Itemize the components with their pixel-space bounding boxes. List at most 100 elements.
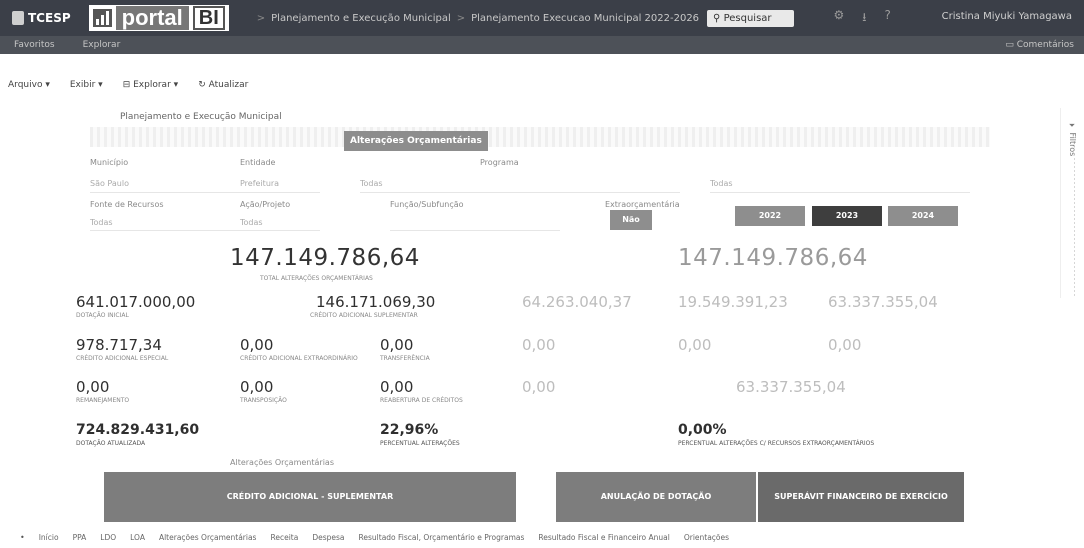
chevron-down-icon: ▾ [173,80,179,90]
header-icons: ⚙ ⭳ ? [834,8,891,29]
filters-pane[interactable]: ⏷ Filtros [1060,108,1080,298]
kpi-value: 641.017.000,00 [76,293,196,311]
tce-seal-icon [12,11,24,25]
help-icon[interactable]: ? [884,8,890,29]
tab-loa[interactable]: LOA [130,533,145,542]
kpi-value: 0,00 [522,336,556,354]
breadcrumb-separator-icon: > [256,12,266,24]
comment-icon: ▭ [1005,40,1014,50]
kpi-value: 146.171.069,30 [316,293,436,311]
tab-inicio[interactable]: Início [39,533,59,542]
kpi-value: 0,00 [240,336,274,354]
section-badge[interactable]: Alterações Orçamentárias [344,131,488,151]
tab-ppa[interactable]: PPA [73,533,87,542]
divider [90,192,320,193]
field-label: Ação/Projeto [240,200,291,209]
nav-explore[interactable]: Explorar [69,40,135,50]
kpi-label: Dotação inicial [76,312,129,319]
bar-credito-suplementar[interactable]: CRÉDITO ADICIONAL - SUPLEMENTAR [104,472,516,522]
tab-resultado-fiscal-financeiro[interactable]: Resultado Fiscal e Financeiro Anual [538,533,669,542]
search-label: Pesquisar [723,12,772,24]
field-value[interactable]: Todas [710,179,733,188]
breadcrumb-item[interactable]: Planejamento Execucao Municipal 2022-202… [471,13,699,24]
filters-label: ⏷ Filtros [1067,122,1077,156]
tab-receita[interactable]: Receita [270,533,298,542]
extraorcamentaria-nao-button[interactable]: Não [610,210,652,230]
field-value[interactable]: Prefeitura [240,179,279,188]
field-value[interactable]: Todas [240,218,263,227]
divider [90,230,320,231]
menu-explore-label: Explorar [133,80,171,90]
field-value[interactable]: São Paulo [90,179,129,188]
settings-icon[interactable]: ⚙ [834,8,845,29]
search-button[interactable]: ⚲ Pesquisar [707,9,794,27]
page-tabs: • Início PPA LDO LOA Alterações Orçament… [20,533,729,542]
field-value[interactable]: Todas [360,179,383,188]
bar-superavit-financeiro[interactable]: SUPERÁVIT FINANCEIRO DE EXERCÍCIO ANTERI… [758,472,964,548]
kpi-label: Crédito adicional especial [76,355,169,362]
kpi-value: 0,00 [240,378,274,396]
year-button-2023[interactable]: 2023 [812,206,882,226]
kpi-value: 0,00 [76,378,110,396]
field-label: Extraorçamentária [605,200,680,209]
kpi-label: Remanejamento [76,397,130,404]
menu-refresh-label: Atualizar [208,80,249,90]
user-name[interactable]: Cristina Miyuki Yamagawa [942,11,1072,22]
kpi-value: 0,00 [828,336,862,354]
comments-button[interactable]: ▭ Comentários [1005,40,1074,50]
report-menu-bar: Arquivo ▾ Exibir ▾ ⊟ Explorar ▾ ↻ Atuali… [0,80,248,94]
filter-icon: ⏷ [1068,122,1077,130]
field-label: Programa [480,158,519,167]
kpi-percentual-alteracoes: 22,96% [380,422,439,438]
kpi-percentual-extra: 0,00% [678,422,727,438]
kpi-value: 63.337.355,04 [828,293,938,311]
portal-bi-logo[interactable]: portal BI [88,5,229,31]
menu-refresh[interactable]: ↻ Atualizar [198,80,248,94]
field-label: Entidade [240,158,276,167]
bar-anulacao-dotacao[interactable]: ANULAÇÃO DE DOTAÇÃO [556,472,756,522]
kpi-value: 0,00 [380,378,414,396]
tab-ldo[interactable]: LDO [100,533,116,542]
menu-view[interactable]: Exibir ▾ [70,80,103,94]
breadcrumb-item[interactable]: Planejamento e Execução Municipal [271,13,451,24]
bar-group-label: Alterações Orçamentárias [230,458,334,467]
kpi-value: 978.717,34 [76,336,162,354]
portal-logo-text: portal [115,6,189,30]
refresh-icon: ↻ [198,80,206,90]
menu-explore[interactable]: ⊟ Explorar ▾ [123,80,178,94]
nav-favorites[interactable]: Favoritos [0,40,69,50]
download-icon[interactable]: ⭳ [862,8,866,29]
divider [390,230,560,231]
year-button-2024[interactable]: 2024 [888,206,958,226]
menu-view-label: Exibir [69,80,96,90]
kpi-value: 0,00 [522,378,556,396]
field-label: Função/Subfunção [390,200,464,209]
explore-icon: ⊟ [122,80,131,90]
kpi-label: Dotação atualizada [76,440,146,447]
tab-alteracoes[interactable]: Alterações Orçamentárias [159,533,257,542]
field-label: Município [90,158,129,167]
chevron-down-icon: ▾ [98,80,103,90]
tab-orientacoes[interactable]: Orientações [684,533,729,542]
bullet-icon: • [20,533,25,542]
menu-file[interactable]: Arquivo ▾ [8,80,50,94]
kpi-label: Percentual alterações [380,440,460,447]
search-icon: ⚲ [713,12,721,24]
tab-resultado-fiscal-orcamentario[interactable]: Resultado Fiscal, Orçamentário e Program… [359,533,525,542]
year-button-2022[interactable]: 2022 [735,206,805,226]
kpi-value: 0,00 [678,336,712,354]
field-value[interactable]: Todas [90,218,113,227]
kpi-value: 0,00 [380,336,414,354]
field-label: Fonte de Recursos [90,200,164,209]
kpi-value: 64.263.040,37 [522,293,632,311]
kpi-value: 63.337.355,04 [736,378,846,396]
breadcrumb: > Planejamento e Execução Municipal > Pl… [257,13,699,24]
sub-navigation-bar: Favoritos Explorar ▭ Comentários [0,36,1084,54]
comments-label: Comentários [1016,40,1074,50]
tab-despesa[interactable]: Despesa [312,533,344,542]
tce-logo[interactable]: TCESP [12,11,71,25]
kpi-label: Crédito adicional suplementar [310,312,418,319]
kpi-label: Transferência [380,355,430,362]
divider [710,192,970,193]
top-header: TCESP portal BI > Planejamento e Execuçã… [0,0,1084,36]
